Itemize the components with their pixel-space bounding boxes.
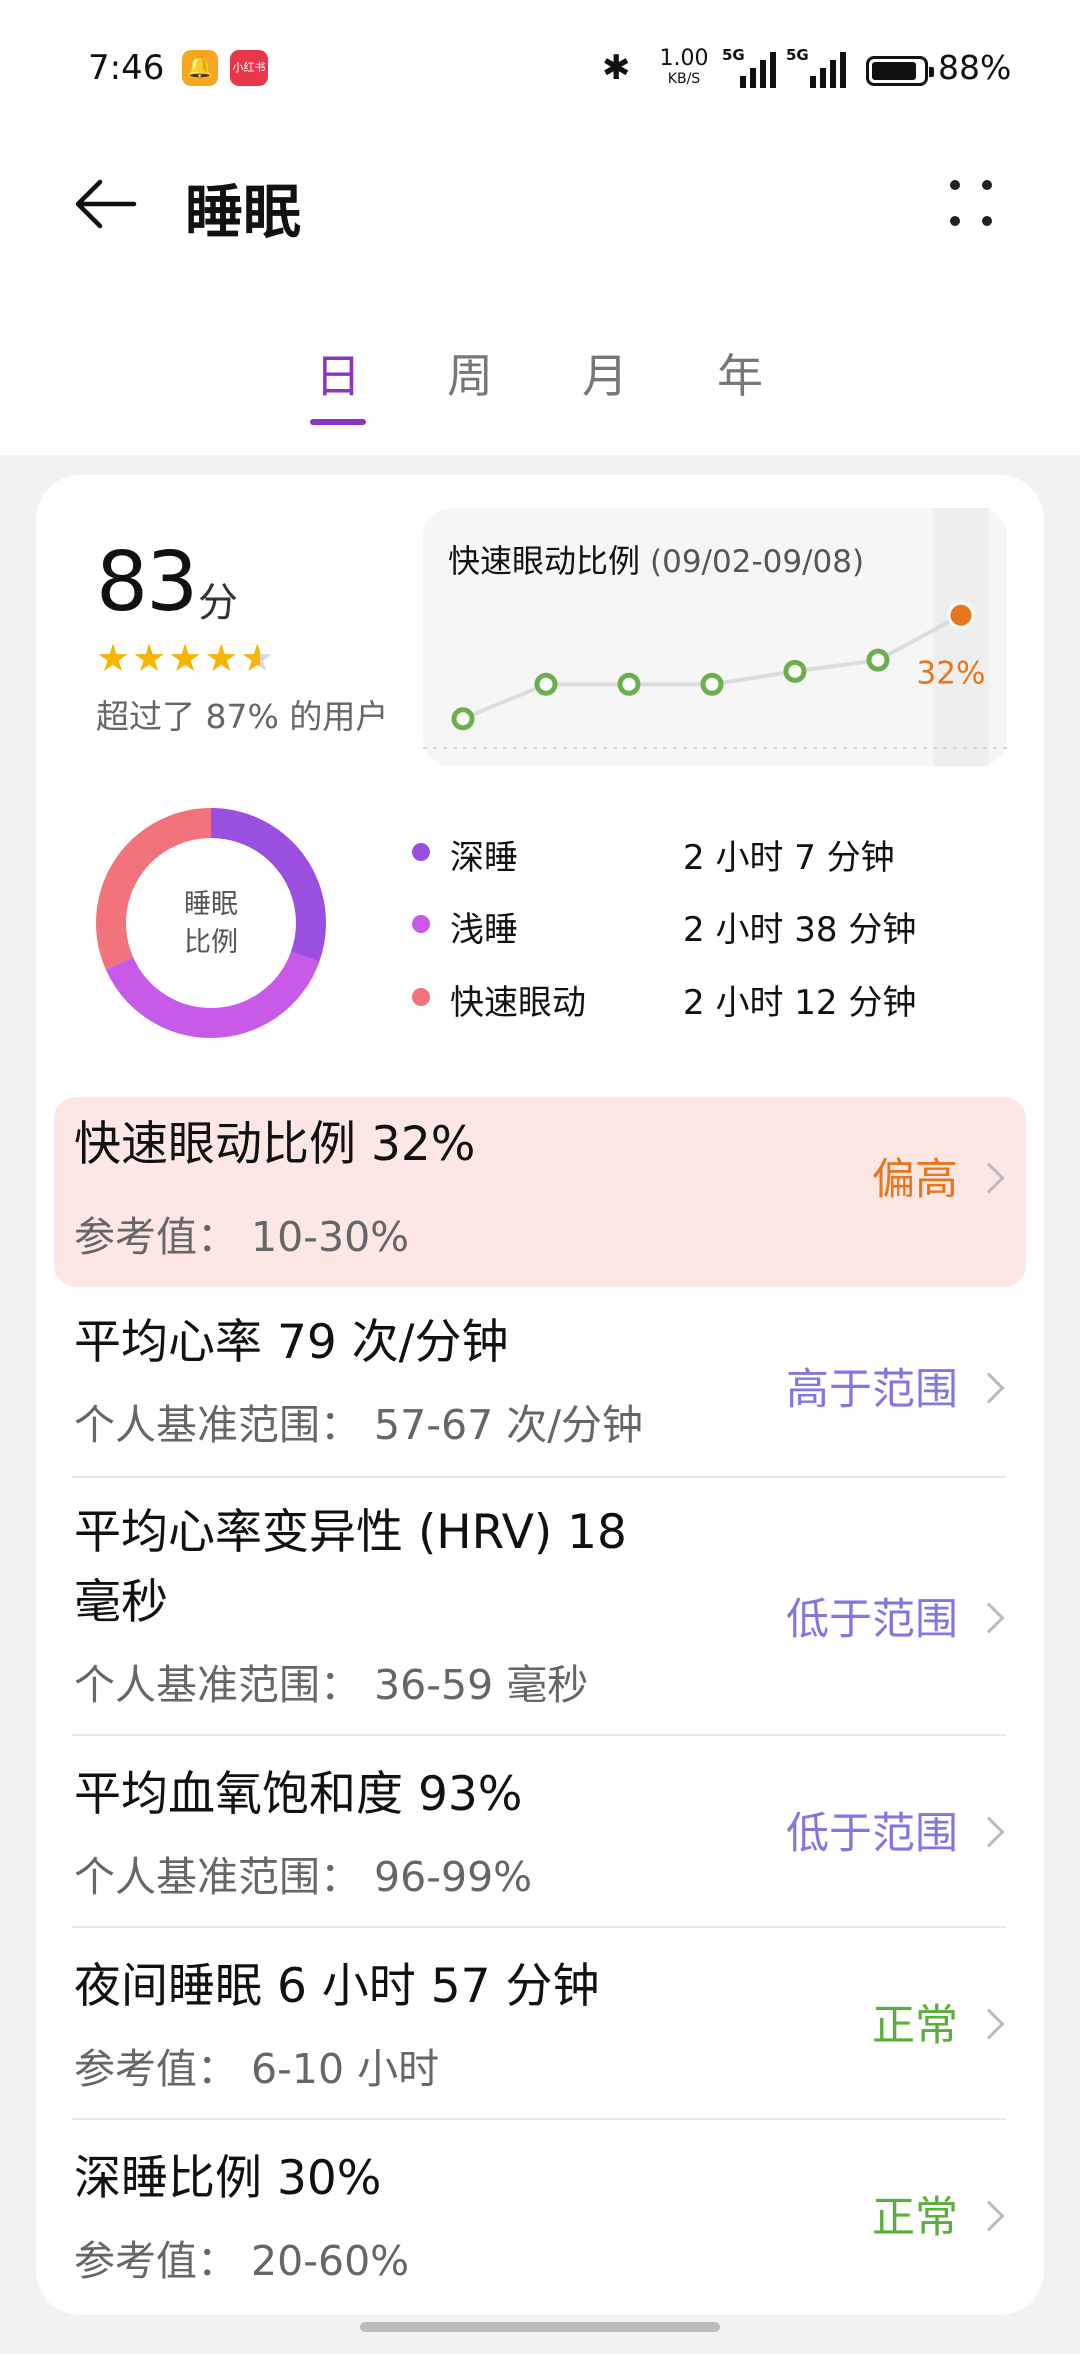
trend-point xyxy=(534,672,558,696)
metric-reference: 参考值： 6-10 小时 xyxy=(74,2045,440,2093)
metric-status: 偏高 xyxy=(872,1155,958,1205)
network-speed-value: 1.00 xyxy=(659,46,709,71)
star-icon-full: ★★★★ xyxy=(96,636,241,680)
xiaohongshu-app-icon: 小红书 xyxy=(230,50,268,86)
star-icon-half: ★ xyxy=(240,636,277,680)
battery-percent: 88% xyxy=(938,48,1012,87)
donut-center-label: 睡眠 比例 xyxy=(96,886,326,962)
tab-year[interactable]: 年 xyxy=(705,340,775,406)
metric-row[interactable]: 平均心率变异性 (HRV) 18 毫秒个人基准范围： 36-59 毫秒 低于范围 xyxy=(54,1475,1026,1733)
metric-row[interactable]: 快速眼动比例 32% 参考值： 10-30% 偏高 xyxy=(54,1097,1026,1287)
page-title: 睡眠 xyxy=(185,178,302,246)
status-time: 7:46 xyxy=(88,48,165,88)
legend-dot xyxy=(412,988,430,1006)
trend-point xyxy=(617,672,641,696)
signal-1-icon: 5G xyxy=(722,46,782,88)
battery-fill xyxy=(872,62,916,80)
tab-week[interactable]: 周 xyxy=(435,340,505,406)
sleep-score: 83 xyxy=(96,535,198,630)
rating-stars: ★★★★★ xyxy=(96,636,276,680)
chevron-right-icon xyxy=(973,1602,1005,1634)
tab-indicator xyxy=(310,419,366,425)
trend-point-label: 32% xyxy=(917,655,986,691)
metric-row[interactable]: 平均血氧饱和度 93% 个人基准范围： 96-99% 低于范围 xyxy=(54,1735,1026,1925)
chevron-right-icon xyxy=(973,1816,1005,1848)
metric-title: 快速眼动比例 32% xyxy=(74,1117,476,1172)
metric-title: 平均血氧饱和度 93% xyxy=(74,1767,523,1822)
metric-title: 平均心率 79 次/分钟 xyxy=(74,1315,509,1370)
metric-status: 高于范围 xyxy=(786,1365,958,1415)
chevron-right-icon xyxy=(973,1372,1005,1404)
donut-center-line-2: 比例 xyxy=(184,927,238,958)
legend-stage-name: 快速眼动 xyxy=(450,983,586,1023)
metric-title: 夜间睡眠 6 小时 57 分钟 xyxy=(74,1959,600,2014)
metric-row[interactable]: 深睡比例 30% 参考值： 20-60% 正常 xyxy=(54,2119,1026,2309)
signal-2-icon: 5G xyxy=(786,46,852,88)
metric-reference: 个人基准范围： 57-67 次/分钟 xyxy=(74,1401,644,1449)
metric-title: 深睡比例 30% xyxy=(74,2151,382,2206)
trend-point xyxy=(783,659,807,683)
metric-reference: 参考值： 20-60% xyxy=(74,2237,410,2285)
metric-reference: 参考值： 10-30% xyxy=(74,1213,410,1261)
metric-status: 低于范围 xyxy=(786,1809,958,1859)
arrow-left-icon xyxy=(75,179,137,229)
donut-center-line-1: 睡眠 xyxy=(184,889,238,920)
network-speed-unit: KB/S xyxy=(667,71,701,87)
trend-point-latest xyxy=(947,601,975,629)
row-divider xyxy=(72,1476,1006,1478)
metric-reference: 个人基准范围： 36-59 毫秒 xyxy=(74,1661,589,1709)
rem-trend-chart: 32% xyxy=(423,508,1007,766)
legend-stage-duration: 2 小时 7 分钟 xyxy=(683,838,895,878)
network-speed: 1.00 KB/S xyxy=(656,46,712,87)
notification-app-icon: 🔔 xyxy=(182,50,218,86)
metric-status: 正常 xyxy=(872,2001,958,2051)
row-divider xyxy=(72,2118,1006,2120)
trend-point xyxy=(866,648,890,672)
legend-dot xyxy=(412,915,430,933)
chevron-right-icon xyxy=(973,1162,1005,1194)
legend-dot xyxy=(412,843,430,861)
more-options-button[interactable] xyxy=(936,170,1006,240)
chevron-right-icon xyxy=(973,2200,1005,2232)
legend-stage-name: 深睡 xyxy=(450,838,518,878)
trend-point xyxy=(700,672,724,696)
row-divider xyxy=(72,1734,1006,1736)
metric-status: 正常 xyxy=(872,2193,958,2243)
metric-reference: 个人基准范围： 96-99% xyxy=(74,1853,533,1901)
legend-stage-name: 浅睡 xyxy=(450,910,518,950)
trend-point xyxy=(451,707,475,731)
metric-row[interactable]: 夜间睡眠 6 小时 57 分钟参考值： 6-10 小时 正常 xyxy=(54,1927,1026,2117)
tab-day[interactable]: 日 xyxy=(303,340,373,406)
battery-icon xyxy=(866,56,934,86)
latest-highlight-band xyxy=(933,508,989,766)
sleep-score-unit: 分 xyxy=(198,580,238,626)
metric-title: 平均心率变异性 (HRV) 18 xyxy=(74,1505,627,1560)
row-divider xyxy=(72,1926,1006,1928)
bluetooth-icon: ✱ xyxy=(602,48,631,88)
rank-text: 超过了 87% 的用户 xyxy=(96,697,389,736)
metric-status: 低于范围 xyxy=(786,1595,958,1645)
chevron-right-icon xyxy=(973,2008,1005,2040)
metric-title-line-2: 毫秒 xyxy=(74,1575,168,1630)
back-button[interactable] xyxy=(70,168,142,240)
tab-month[interactable]: 月 xyxy=(570,340,640,406)
legend-stage-duration: 2 小时 38 分钟 xyxy=(683,910,917,950)
metric-row[interactable]: 平均心率 79 次/分钟个人基准范围： 57-67 次/分钟 高于范围 xyxy=(54,1297,1026,1473)
home-indicator[interactable] xyxy=(360,2322,720,2332)
legend-stage-duration: 2 小时 12 分钟 xyxy=(683,983,917,1023)
